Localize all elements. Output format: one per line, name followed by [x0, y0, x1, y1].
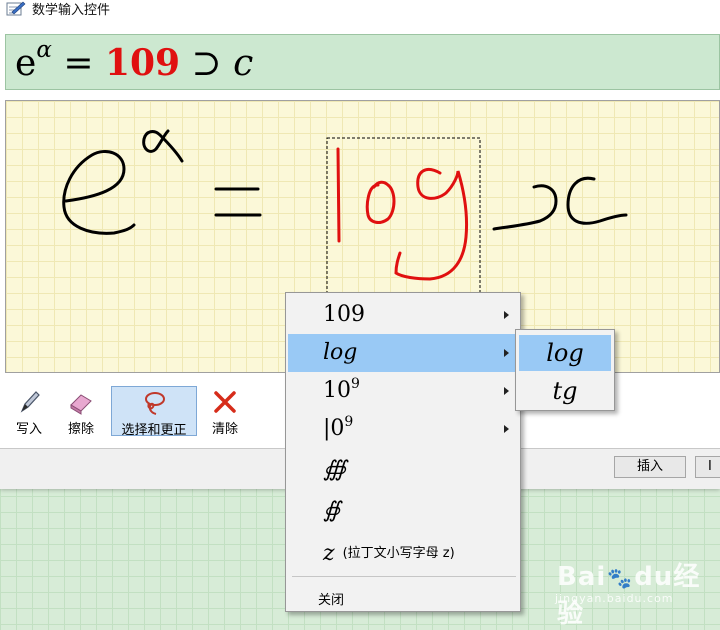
menu-item-text: 109	[323, 302, 365, 327]
write-tool-label: 写入	[15, 422, 42, 437]
cancel-button[interactable]: I	[695, 456, 720, 478]
write-tool-button[interactable]: 写入	[6, 386, 52, 437]
submenu-arrow-icon	[504, 425, 509, 433]
clear-tool-label: 清除	[211, 422, 238, 437]
title-bar: 数学输入控件	[0, 0, 720, 20]
pen-icon	[20, 391, 40, 413]
result-variable: c	[233, 43, 254, 84]
correction-context-menu: 109 log 109 |09 ∰ ∯ z (拉丁文小写字母 z) 关闭	[285, 292, 521, 612]
ink-stroke-alpha	[142, 129, 184, 163]
result-exponent: α	[36, 37, 52, 63]
menu-item-text: |09	[323, 414, 354, 441]
recognized-result-preview: eα = 109 ⊃ c	[5, 34, 720, 90]
select-correct-tool-label: 选择和更正	[121, 423, 187, 438]
menu-item-10-power-9[interactable]: 109	[288, 372, 518, 410]
menu-item-109[interactable]: 109	[288, 296, 518, 334]
menu-item-text: 109	[323, 376, 360, 403]
ink-stroke-l	[336, 147, 341, 243]
result-base: e	[15, 43, 37, 84]
result-number: 109	[104, 42, 181, 84]
watermark-url: jingyan.baidu.com	[555, 592, 674, 605]
menu-item-volume-integral[interactable]: ∰	[288, 451, 518, 489]
log-submenu: log tg	[515, 329, 615, 411]
menu-item-note: (拉丁文小写字母 z)	[342, 546, 455, 561]
clear-x-icon	[214, 391, 236, 413]
clear-tool-button[interactable]: 清除	[202, 386, 248, 437]
eraser-icon	[70, 394, 92, 415]
result-superset: ⊃	[191, 43, 222, 84]
submenu-arrow-icon	[504, 349, 509, 357]
menu-close-item[interactable]: 关闭	[318, 589, 344, 608]
submenu-item-log[interactable]: log	[519, 335, 611, 371]
lasso-icon	[145, 392, 165, 415]
menu-item-z[interactable]: z (拉丁文小写字母 z)	[288, 535, 518, 573]
baidu-watermark: Bai🐾du经验 jingyan.baidu.com	[545, 548, 715, 629]
menu-item-surface-integral[interactable]: ∯	[288, 492, 518, 530]
menu-item-bar0-power-9[interactable]: |09	[288, 410, 518, 448]
insert-button[interactable]: 插入	[614, 456, 686, 478]
menu-item-text: z (拉丁文小写字母 z)	[323, 541, 455, 566]
ink-stroke-superset	[492, 184, 558, 231]
ink-stroke-c	[566, 176, 628, 225]
window-title: 数学输入控件	[32, 3, 111, 18]
select-correct-tool-button[interactable]: 选择和更正	[111, 386, 197, 438]
erase-tool-label: 擦除	[67, 422, 94, 437]
result-expression: eα = 109 ⊃ c	[15, 37, 254, 87]
ink-stroke-g	[394, 168, 468, 281]
paw-icon: 🐾	[607, 566, 634, 590]
selection-box[interactable]	[326, 137, 481, 294]
menu-item-log[interactable]: log	[288, 334, 518, 372]
submenu-item-tg[interactable]: tg	[519, 373, 611, 409]
submenu-arrow-icon	[504, 387, 509, 395]
menu-item-text: log	[323, 340, 358, 365]
menu-separator	[292, 576, 516, 577]
submenu-arrow-icon	[504, 311, 509, 319]
result-equals: =	[63, 43, 94, 84]
erase-tool-button[interactable]: 擦除	[58, 386, 104, 437]
menu-item-text: ∰	[323, 457, 347, 482]
menu-item-text: ∯	[323, 498, 341, 523]
ink-stroke-o	[365, 180, 396, 224]
math-app-icon	[6, 1, 26, 16]
ink-stroke-e	[62, 150, 136, 235]
